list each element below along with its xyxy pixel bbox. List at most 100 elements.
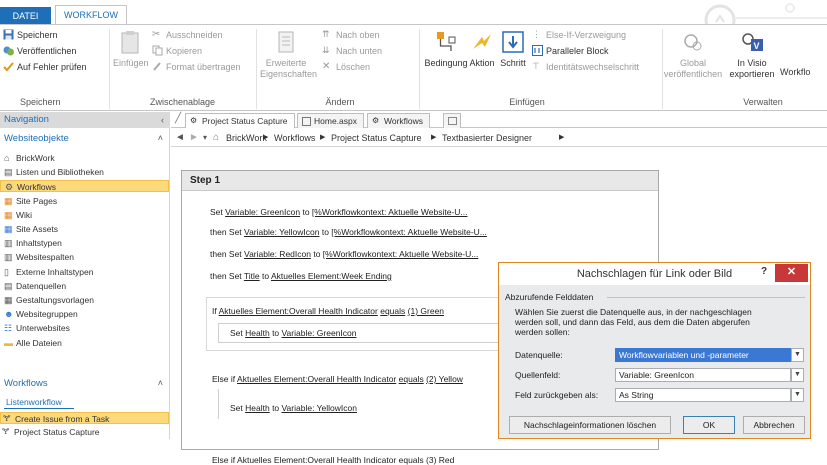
global-veroeffentlichen-button[interactable]: Global veröffentlichen [661,29,725,80]
nav-item[interactable]: ☷ Unterwebsites [0,322,169,334]
variable-link[interactable]: Variable: GreenIcon [225,207,300,217]
loeschen-button[interactable]: ✕ Löschen [322,61,370,72]
operator-link[interactable]: equals [399,374,424,384]
value-link[interactable]: [%Workflowkontext: Aktuelle Website-U... [331,227,487,237]
nach-oben-button[interactable]: ⇈ Nach oben [322,29,380,40]
publish-icon [3,46,14,56]
nav-workflow-create-issue[interactable]: 🝖 Create Issue from a Task [0,412,169,424]
workflow-cut-label: Workflo [780,67,811,77]
breadcrumb-item[interactable]: Workflows [274,129,315,147]
value-link[interactable]: Variable: GreenIcon [282,328,357,338]
site-pages-icon: ▦ [4,195,13,206]
doc-tab-project-status[interactable]: ⚙ Project Status Capture [185,113,295,128]
kopieren-button[interactable]: Kopieren [152,45,202,56]
nav-workflow-create-issue-label: Create Issue from a Task [15,414,110,424]
nav-item[interactable]: ▦ Gestaltungsvorlagen [0,294,169,306]
nav-item[interactable]: ▬ Alle Dateien [0,337,169,349]
action-line: then Set Variable: YellowIcon to [%Workf… [210,227,487,237]
workflow-cut-button[interactable]: Workflo [780,67,827,78]
auf-fehler-pruefen-button[interactable]: Auf Fehler prüfen [3,61,87,72]
nav-item[interactable]: ▦ Wiki [0,209,169,221]
text: Set [230,403,246,413]
description-line: werden sollen: [515,327,570,337]
breadcrumb-item[interactable]: BrickWork [226,129,267,147]
format-uebertragen-button[interactable]: Format übertragen [152,61,241,72]
abbrechen-button[interactable]: Abbrechen [743,416,805,434]
value-link[interactable]: [%Workflowkontext: Aktuelle Website-U... [323,249,479,259]
nav-section-workflows[interactable]: Workflows [4,378,48,389]
forward-icon[interactable]: ► [189,129,199,147]
collapse-nav-icon[interactable]: ‹ [161,112,164,128]
value-link[interactable]: [%Workflowkontext: Aktuelle Website-U... [312,207,468,217]
dropdown-icon[interactable]: ▾ [203,129,207,147]
else-if-label: Else-If-Verzweigung [546,29,627,40]
paralleler-block-button[interactable]: Paralleler Block [532,45,609,56]
site-groups-icon: ☻ [4,309,14,320]
condition-line-cut[interactable]: Else if Aktuelles Element:Overall Health… [212,455,454,465]
chevron-up-icon[interactable]: ˄ [158,378,163,388]
variable-link[interactable]: Health [245,328,270,338]
identitaetswechsel-button[interactable]: ⊤ Identitätswechselschritt [532,61,639,72]
field-link[interactable]: Aktuelles Element:Overall Health Indicat… [237,374,396,384]
in-visio-exportieren-button[interactable]: V In Visio exportieren [728,29,776,80]
help-button[interactable]: ? [761,266,767,277]
back-icon[interactable]: ◄ [175,129,185,147]
nachschlageinformationen-loeschen-button[interactable]: Nachschlageinformationen löschen [509,416,671,434]
breadcrumb-item[interactable]: Textbasierter Designer [442,129,532,147]
feld-zurueckgeben-select[interactable]: As String [615,388,791,402]
value-link[interactable]: (1) Green [408,306,444,316]
chevron-down-icon[interactable]: ▼ [791,368,804,382]
variable-link[interactable]: Variable: YellowIcon [244,227,319,237]
visio-export-icon: V [742,33,763,51]
ok-button[interactable]: OK [683,416,735,434]
value-link[interactable]: Aktuelles Element:Week Ending [271,271,392,281]
chevron-down-icon[interactable]: ▼ [791,348,804,362]
value-link[interactable]: (2) Yellow [426,374,463,384]
ausschneiden-button[interactable]: ✂ Ausschneiden [152,29,223,40]
nav-section-websiteobjekte[interactable]: Websiteobjekte [4,133,69,144]
quellenfeld-select[interactable]: Variable: GreenIcon [615,368,791,382]
tab-scroll-icon[interactable]: ╱ [175,113,181,124]
breadcrumb-item[interactable]: Project Status Capture [331,129,422,147]
aktion-label: Aktion [469,58,495,68]
field-link[interactable]: Aktuelles Element:Overall Health Indicat… [219,306,378,316]
speichern-button[interactable]: Speichern [3,29,58,40]
nav-item[interactable]: ▤ Datenquellen [0,280,169,292]
bedingung-button[interactable]: Bedingung [422,29,470,69]
tab-workflow[interactable]: WORKFLOW [55,5,127,25]
nav-item[interactable]: ▯ Externe Inhaltstypen [0,266,169,278]
nav-workflow-project-status[interactable]: 🝖 Project Status Capture [0,426,169,438]
doc-tab-workflows[interactable]: ⚙ Workflows [367,113,431,128]
value-link[interactable]: Variable: YellowIcon [282,403,357,413]
aktion-button[interactable]: Aktion [466,29,498,69]
nach-unten-button[interactable]: ⇊ Nach unten [322,45,382,56]
einfuegen-clipboard-button[interactable]: Einfügen [113,29,149,69]
close-button[interactable]: ✕ [775,264,808,282]
nav-item[interactable]: ▥ Websitespalten [0,251,169,263]
doc-tab-home[interactable]: Home.aspx [297,113,364,128]
chevron-up-icon[interactable]: ˄ [158,133,163,143]
else-if-button[interactable]: ⋮ Else-If-Verzweigung [532,29,626,40]
new-tab-button[interactable] [443,113,461,128]
nav-item[interactable]: ▦ Site Pages [0,195,169,207]
paralleler-block-label: Paralleler Block [546,45,609,56]
chevron-down-icon[interactable]: ▼ [791,388,804,402]
nav-item[interactable]: ▦ Site Assets [0,223,169,235]
step-title[interactable]: Step 1 [182,171,658,191]
schritt-button[interactable]: Schritt [497,29,529,69]
tab-datei[interactable]: DATEI [0,7,51,25]
variable-link[interactable]: Variable: RedIcon [244,249,311,259]
operator-link[interactable]: equals [380,306,405,316]
variable-link[interactable]: Title [244,271,260,281]
nav-item[interactable]: ⌂ BrickWork [0,152,169,164]
nav-item[interactable]: ⚙ Workflows [0,180,169,193]
erweiterte-eigenschaften-button[interactable]: Erweiterte Eigenschaften [260,29,317,80]
nav-item[interactable]: ☻ Websitegruppen [0,308,169,320]
veroeffentlichen-button[interactable]: Veröffentlichen [3,45,76,56]
description-line: Wählen Sie zuerst die Datenquelle aus, i… [515,307,752,317]
variable-link[interactable]: Health [245,403,270,413]
nav-item[interactable]: ▥ Inhaltstypen [0,237,169,249]
nav-item[interactable]: ▤ Listen und Bibliotheken [0,166,169,178]
format-uebertragen-label: Format übertragen [166,61,241,72]
datenquelle-select[interactable]: Workflowvariablen und -parameter [615,348,791,362]
